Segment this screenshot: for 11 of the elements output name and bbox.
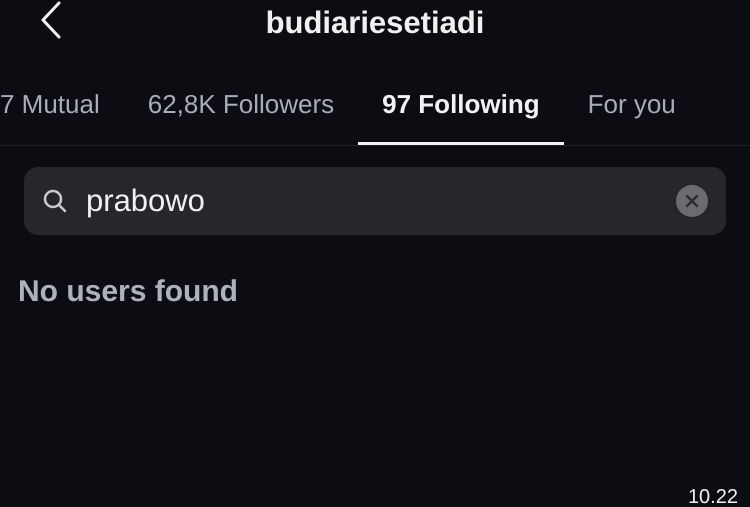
username-title: budiariesetiadi bbox=[266, 4, 484, 42]
back-icon bbox=[40, 1, 62, 39]
search-field[interactable]: prabowo bbox=[24, 167, 726, 235]
tab[interactable]: 7 Mutual bbox=[0, 60, 124, 145]
tab[interactable]: 97 Following bbox=[358, 60, 564, 145]
search-icon bbox=[42, 188, 68, 214]
tab[interactable]: For you bbox=[564, 60, 700, 145]
timestamp: 10.22 bbox=[688, 487, 738, 507]
close-icon bbox=[686, 195, 698, 207]
tab[interactable]: 62,8K Followers bbox=[124, 60, 358, 145]
empty-message: No users found bbox=[18, 274, 238, 310]
